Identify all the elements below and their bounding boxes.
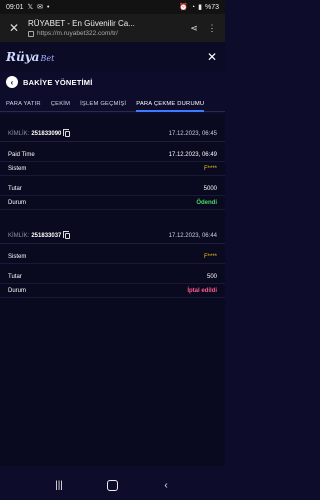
alarm-icon: ⏰ (179, 3, 188, 11)
system-row: Sistem F**** (0, 250, 225, 264)
copy-icon[interactable] (63, 128, 71, 137)
status-badge: İptal edildi (187, 287, 217, 294)
withdrawal-card: KİMLİK: 251833037 17.12.2023, 06:44 Sist… (0, 228, 225, 298)
id-label: KİMLİK: (8, 130, 30, 137)
amount-row: Tutar 5000 (0, 182, 225, 196)
x-app-icon: 𝕏 (27, 3, 34, 11)
back-icon[interactable]: ‹ (156, 480, 176, 491)
share-icon[interactable]: ⋖ (187, 23, 201, 34)
amount-label: Tutar (8, 273, 22, 280)
message-icon: ✉ (37, 3, 44, 11)
status-bar: 09:01 𝕏 ✉ • ⏰ ◔ ▮ %73 (0, 0, 225, 14)
system-label: Sistem (8, 165, 27, 172)
close-icon[interactable]: ✕ (205, 50, 219, 64)
browser-page-title: RÜYABET - En Güvenilir Ca... (28, 19, 135, 28)
withdrawal-card: KİMLİK: 251833090 17.12.2023, 06:45 Paid… (0, 126, 225, 210)
lock-icon (28, 30, 34, 37)
system-value: F**** (203, 253, 217, 260)
signal-icon: ▮ (198, 3, 202, 11)
address-bar[interactable]: RÜYABET - En Güvenilir Ca... https://m.r… (28, 19, 183, 37)
created-date: 17.12.2023, 06:44 (168, 232, 217, 239)
system-value: F**** (203, 165, 217, 172)
created-date: 17.12.2023, 06:45 (168, 130, 217, 137)
site-header: Rüya Bet ✕ (0, 42, 225, 72)
back-arrow-icon[interactable]: ‹ (6, 76, 18, 88)
paid-time-row: Paid Time 17.12.2023, 06:49 (0, 148, 225, 162)
status-badge: Ödendi (196, 199, 217, 206)
amount-value: 5000 (203, 185, 217, 192)
copy-icon[interactable] (63, 230, 71, 239)
close-tab-icon[interactable]: ✕ (6, 21, 22, 35)
url-text: https://m.ruyabet322.com/tr/ (37, 30, 118, 37)
logo-main-text: Rüya (6, 50, 40, 64)
recent-apps-icon[interactable]: ||| (49, 480, 69, 491)
tab-withdrawal-status[interactable]: PARA ÇEKME DURUMU (136, 96, 205, 112)
withdrawal-id: 251833090 (31, 130, 62, 137)
status-label: Durum (8, 287, 27, 294)
more-options-icon[interactable]: ⋮ (205, 23, 219, 34)
wifi-icon: ◔ (190, 3, 196, 11)
page-title: BAKİYE YÖNETİMİ (23, 77, 93, 87)
status-row: Durum İptal edildi (0, 284, 225, 298)
amount-row: Tutar 500 (0, 270, 225, 284)
amount-label: Tutar (8, 185, 22, 192)
paid-time-label: Paid Time (8, 151, 35, 158)
battery-level: %73 (204, 3, 219, 11)
system-nav-bar: ||| ‹ (0, 470, 225, 500)
balance-tabs: PARA YATIR ÇEKİM İŞLEM GEÇMİŞİ PARA ÇEKM… (0, 96, 225, 112)
logo-sub-text: Bet (40, 54, 55, 63)
browser-toolbar: ✕ RÜYABET - En Güvenilir Ca... https://m… (0, 14, 225, 42)
paid-time-value: 17.12.2023, 06:49 (168, 151, 217, 158)
page-title-bar: ‹ BAKİYE YÖNETİMİ (6, 76, 93, 88)
status-time: 09:01 (6, 3, 24, 11)
site-logo[interactable]: Rüya Bet (6, 50, 54, 64)
tab-transaction-history[interactable]: İŞLEM GEÇMİŞİ (80, 96, 126, 112)
home-icon[interactable] (107, 479, 118, 491)
withdrawal-id: 251833037 (31, 232, 62, 239)
withdrawal-status-panel: KİMLİK: 251833090 17.12.2023, 06:45 Paid… (0, 114, 225, 466)
id-label: KİMLİK: (8, 232, 30, 239)
status-row: Durum Ödendi (0, 196, 225, 210)
amount-value: 500 (206, 273, 217, 280)
tab-deposit[interactable]: PARA YATIR (6, 96, 41, 112)
system-label: Sistem (8, 253, 27, 260)
tab-withdraw[interactable]: ÇEKİM (51, 96, 70, 112)
status-label: Durum (8, 199, 27, 206)
notification-dot-icon: • (47, 3, 50, 11)
system-row: Sistem F**** (0, 162, 225, 176)
